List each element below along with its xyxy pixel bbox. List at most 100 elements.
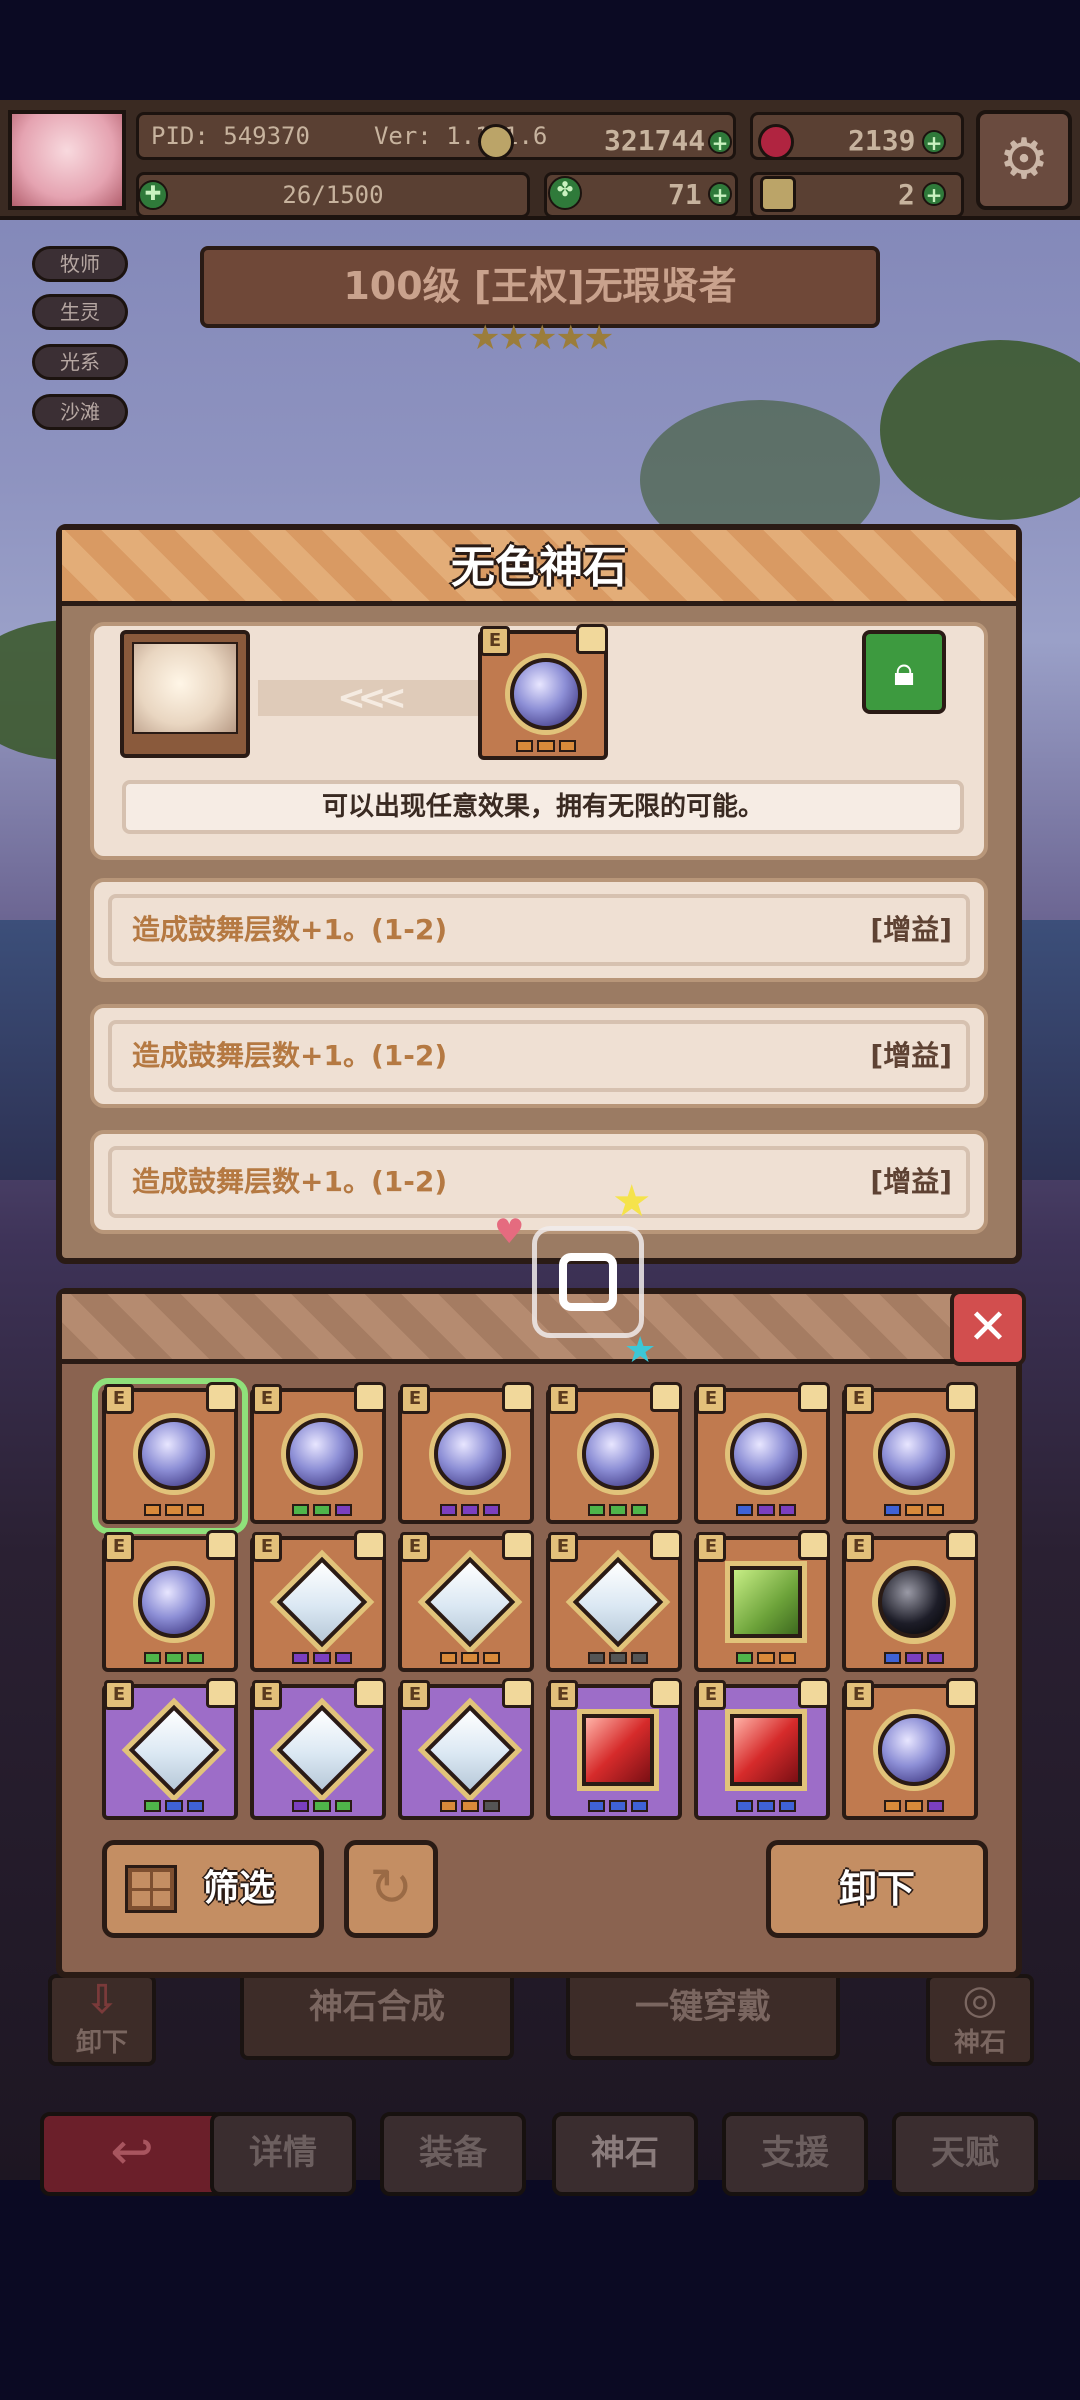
quality-dots — [884, 1504, 944, 1516]
gold-amount: 321744 — [604, 124, 706, 157]
equipped-badge: E — [696, 1680, 726, 1710]
sparkle-effect — [532, 1226, 644, 1338]
equipped-badge: E — [400, 1680, 430, 1710]
lock-icon — [946, 1382, 978, 1412]
effect-text: 造成鼓舞层数+1。(1-2) — [132, 913, 448, 946]
stone-slot[interactable]: E — [398, 1530, 534, 1672]
key-plus-button[interactable]: + — [922, 182, 946, 206]
stone-slot[interactable]: E — [102, 1678, 238, 1820]
down-arrow-icon: ⇩ — [85, 1977, 119, 2023]
stone-description: 可以出现任意效果，拥有无限的可能。 — [122, 780, 964, 834]
tag-race: 生灵 — [32, 294, 128, 330]
sparkle-inner — [559, 1253, 617, 1311]
lock-icon — [206, 1678, 238, 1708]
quality-dots — [144, 1800, 204, 1812]
quality-dots — [736, 1504, 796, 1516]
tab-god-stone[interactable]: 神石 — [552, 2112, 698, 2196]
equip-all-button[interactable]: 一键穿戴 — [566, 1970, 840, 2060]
stone-gem-icon — [572, 1556, 664, 1648]
stone-gem-icon — [730, 1418, 802, 1490]
stone-slot[interactable]: E — [842, 1530, 978, 1672]
back-button[interactable]: ↩ — [40, 2112, 224, 2196]
stone-gem-icon — [878, 1714, 950, 1786]
stone-synthesis-button[interactable]: 神石合成 — [240, 1970, 514, 2060]
bottom-unequip-button[interactable]: ⇩ 卸下 — [48, 1974, 156, 2066]
stone-slot[interactable]: E — [842, 1678, 978, 1820]
quality-dots — [588, 1800, 648, 1812]
lock-icon — [354, 1382, 386, 1412]
refresh-icon[interactable]: ↻ — [344, 1840, 438, 1938]
equipped-badge: E — [548, 1532, 578, 1562]
stone-gem-icon — [128, 1704, 220, 1796]
grid-icon — [125, 1865, 177, 1913]
quality-dots — [736, 1652, 796, 1664]
lock-icon — [354, 1530, 386, 1560]
hero-star-rating: ★★★★★ — [470, 318, 614, 358]
gold-plus-button[interactable]: + — [708, 130, 732, 154]
quality-dots — [144, 1652, 204, 1664]
equipped-badge: E — [548, 1384, 578, 1414]
stone-slot[interactable]: E — [546, 1678, 682, 1820]
gem-plus-button[interactable]: + — [922, 130, 946, 154]
effect-tag: [增益] — [870, 913, 952, 946]
unequip-button[interactable]: 卸下 — [766, 1840, 988, 1938]
tab-details[interactable]: 详情 — [210, 2112, 356, 2196]
tab-equipment[interactable]: 装备 — [380, 2112, 526, 2196]
stone-slot[interactable]: E — [102, 1530, 238, 1672]
stone-slot[interactable]: E — [92, 1378, 248, 1534]
lock-icon — [502, 1382, 534, 1412]
close-icon[interactable]: ✕ — [950, 1290, 1026, 1366]
stone-gem-icon — [276, 1704, 368, 1796]
stone-slot[interactable]: E — [546, 1530, 682, 1672]
bottom-stone-button[interactable]: ◎ 神石 — [926, 1974, 1034, 2066]
effect-row: 造成鼓舞层数+1。(1-2) [增益] — [90, 1130, 988, 1234]
lock-icon — [206, 1382, 238, 1412]
equipped-badge: E — [548, 1680, 578, 1710]
clover-plus-button[interactable]: + — [708, 182, 732, 206]
quality-dots — [292, 1652, 352, 1664]
stone-slot[interactable]: E — [250, 1678, 386, 1820]
cyan-star-icon: ★ — [624, 1330, 657, 1371]
tag-terrain: 沙滩 — [32, 394, 128, 430]
stone-slot[interactable]: E — [694, 1530, 830, 1672]
stone-gem-icon — [424, 1704, 516, 1796]
lock-icon — [946, 1678, 978, 1708]
stone-slot[interactable]: E — [842, 1382, 978, 1524]
effect-tag: [增益] — [870, 1165, 952, 1198]
stone-slot[interactable]: E — [250, 1382, 386, 1524]
equipped-badge: E — [400, 1532, 430, 1562]
gem-amount: 2139 — [848, 124, 916, 157]
padlock-icon: 🔒︎ — [893, 649, 915, 695]
settings-gear-icon[interactable]: ⚙ — [976, 110, 1072, 210]
tab-support[interactable]: 支援 — [722, 2112, 868, 2196]
stone-slot[interactable]: E — [398, 1382, 534, 1524]
stone-detail-dialog: 无色神石 <<< E 🔒︎ 可以出现任意效果，拥有无限的可能。 造成鼓舞层数+1… — [56, 524, 1022, 1264]
stone-slot[interactable]: E — [694, 1382, 830, 1524]
stone-slot[interactable]: E — [398, 1678, 534, 1820]
quality-dots — [588, 1652, 648, 1664]
effect-inner: 造成鼓舞层数+1。(1-2) [增益] — [108, 1020, 970, 1092]
equipped-badge: E — [844, 1680, 874, 1710]
lock-icon — [946, 1530, 978, 1560]
stone-icon: ◎ — [962, 1977, 998, 2023]
quality-dots — [736, 1800, 796, 1812]
lock-toggle-button[interactable]: 🔒︎ — [862, 630, 946, 714]
stone-slot[interactable]: E — [250, 1530, 386, 1672]
stone-gem-icon — [730, 1566, 802, 1638]
transfer-arrows: <<< — [258, 680, 478, 716]
quality-dots — [440, 1800, 500, 1812]
bottom-stone-label: 神石 — [953, 2028, 1006, 2058]
tab-talent[interactable]: 天赋 — [892, 2112, 1038, 2196]
hero-title: 100级 [王权]无瑕贤者 — [200, 246, 880, 328]
player-avatar[interactable] — [8, 110, 126, 210]
lock-icon — [576, 624, 608, 654]
equipped-badge: E — [104, 1680, 134, 1710]
stone-slot[interactable]: E — [546, 1382, 682, 1524]
stone-slot[interactable]: E — [694, 1678, 830, 1820]
quality-dots — [292, 1504, 352, 1516]
equipped-badge: E — [252, 1384, 282, 1414]
lock-icon — [502, 1530, 534, 1560]
quality-dots — [144, 1504, 204, 1516]
stone-gem-icon — [138, 1566, 210, 1638]
filter-button[interactable]: 筛选 — [102, 1840, 324, 1938]
